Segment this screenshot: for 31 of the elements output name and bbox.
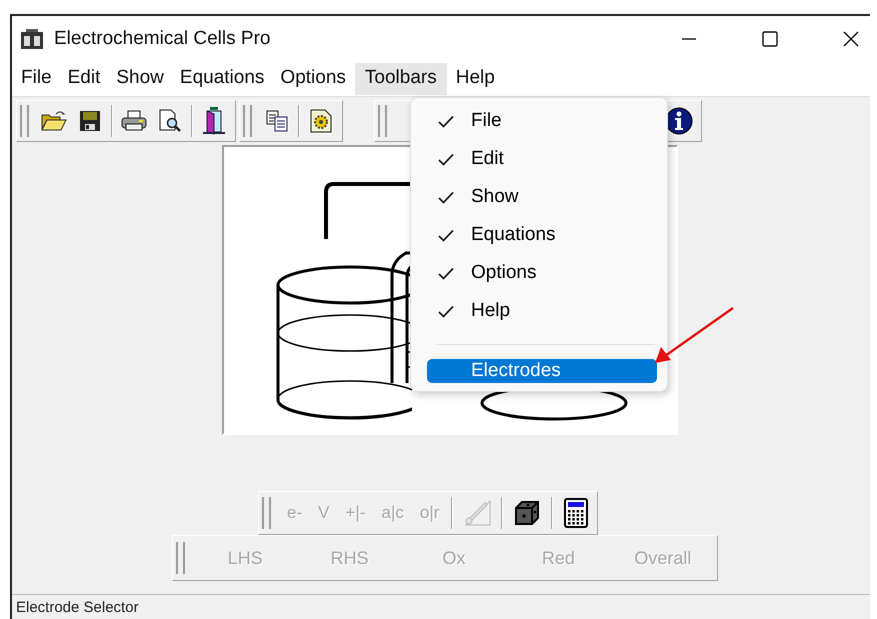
menu-option-label: File [471, 110, 502, 132]
menu-item[interactable]: Equations [172, 63, 272, 95]
menu-option-label: Equations [471, 224, 556, 246]
menu-option-label: Show [471, 186, 519, 208]
menu-item[interactable]: Options [273, 63, 353, 95]
window-title: Electrochemical Cells Pro [54, 28, 270, 50]
menu-option[interactable]: Help [415, 292, 663, 330]
close-icon[interactable] [842, 30, 860, 48]
toolbar-grip-handle[interactable] [176, 542, 185, 574]
menu-option[interactable]: Electrodes [427, 359, 657, 383]
menu-option[interactable]: Show [415, 178, 663, 216]
menu-item[interactable]: Show [109, 63, 171, 95]
app-icon [20, 28, 44, 50]
menu-item[interactable]: Help [448, 63, 502, 95]
menu-option-label: Help [471, 300, 510, 322]
toolbar-grip-handle[interactable] [262, 497, 271, 529]
maximize-icon[interactable] [761, 30, 779, 48]
menu-option[interactable]: Equations [415, 216, 663, 254]
menu-option-label: Edit [471, 148, 504, 170]
menu-item[interactable]: Edit [60, 63, 108, 95]
menu-option[interactable]: File [415, 102, 663, 140]
menu-option[interactable]: Edit [415, 140, 663, 178]
toolbar-grip-handle[interactable] [243, 105, 252, 137]
toolbar-grip-handle[interactable] [20, 105, 29, 137]
menu-item[interactable]: Toolbars [354, 63, 447, 95]
status-text: Electrode Selector [16, 598, 139, 616]
menu-item[interactable]: File [14, 63, 59, 95]
menu-option-label: Electrodes [471, 360, 561, 382]
menu-option-label: Options [471, 262, 536, 284]
menu-option[interactable]: Options [415, 254, 663, 292]
toolbar-grip-handle[interactable] [378, 105, 387, 137]
